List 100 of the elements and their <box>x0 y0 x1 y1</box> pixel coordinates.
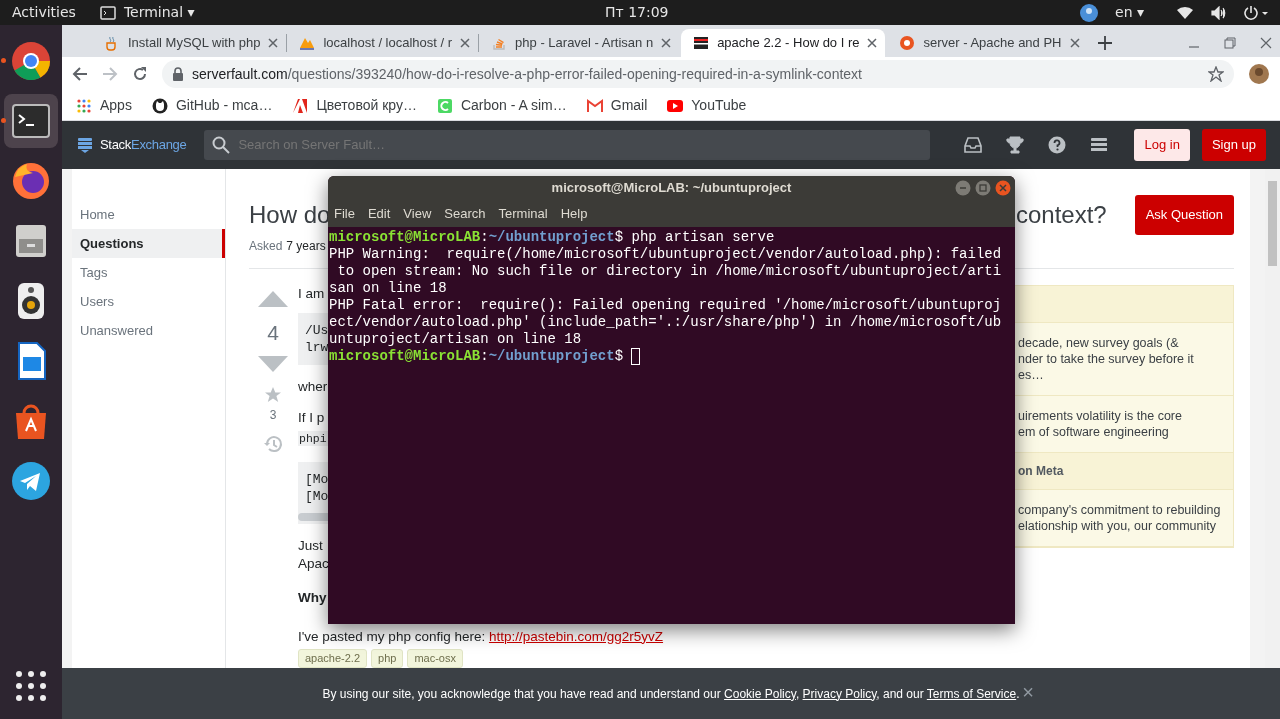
menu-item[interactable]: Edit <box>367 203 391 224</box>
avatar[interactable] <box>1248 63 1270 85</box>
terminal-line: microsoft@MicroLAB:~/ubuntuproject$ php artisan serve <box>329 229 776 246</box>
play-icon <box>667 97 684 114</box>
back-icon[interactable] <box>72 66 88 82</box>
question-title: How do <box>249 199 331 230</box>
square-icon <box>436 97 453 114</box>
close-icon[interactable] <box>867 38 878 48</box>
address-bar[interactable]: serverfault.com/questions/393240/how-do-i-resolve-a-php-error-failed-opening-required-in-a-symlink-context <box>162 60 1234 88</box>
minimize-icon[interactable] <box>955 180 971 196</box>
menu-item[interactable]: File <box>334 203 355 224</box>
close-icon[interactable] <box>1069 38 1080 48</box>
vote-count: 4 <box>267 319 279 346</box>
body-text: I am <box>298 284 325 303</box>
nav-link[interactable]: Tags <box>72 258 225 287</box>
bookmark[interactable]: Carbon - A sim… <box>436 95 567 116</box>
close-icon[interactable] <box>661 38 672 48</box>
cookie-notice: By using our site, you acknowledge that you have read and understand our Cookie Policy, Privacy Policy, and our Terms of Service. <box>322 685 1020 703</box>
nav-link[interactable]: Users <box>72 287 225 316</box>
close-icon[interactable] <box>995 180 1011 196</box>
volume-icon[interactable] <box>1210 5 1228 20</box>
tag[interactable]: apache-2.2 <box>298 648 368 668</box>
body-text: I've pasted my php config here: http://pastebin.com/gg2r5yvZ <box>298 627 664 646</box>
login-button[interactable]: Log in <box>1134 129 1190 161</box>
logo-text[interactable]: StackExchange <box>100 135 187 155</box>
bookmark[interactable]: YouTube <box>667 95 747 116</box>
power-icon[interactable] <box>1244 5 1270 20</box>
trophy-icon[interactable] <box>1006 136 1025 154</box>
favorite-count: 3 <box>269 407 277 424</box>
code-block: /Us lrw <box>298 312 329 365</box>
bookmark[interactable]: GitHub - mca… <box>151 95 273 116</box>
menu-item[interactable]: Terminal <box>498 203 548 224</box>
panel-link[interactable]: company's commitment to rebuilding elationship with you, our community <box>1018 501 1227 534</box>
menu-item[interactable]: Help <box>560 203 588 224</box>
clock[interactable]: Пт 17:09 <box>194 2 1080 23</box>
dock-item[interactable] <box>4 94 58 148</box>
menu-item[interactable]: Search <box>444 203 486 224</box>
activities-button[interactable]: Activities <box>12 2 76 23</box>
star-icon[interactable] <box>1208 66 1224 82</box>
window-title: microsoft@MicroLAB: ~/ubuntuproject <box>551 179 792 198</box>
apps-grid-icon <box>76 97 92 114</box>
star-icon[interactable] <box>264 386 282 404</box>
nav-link[interactable]: Home <box>72 200 225 229</box>
body-text: Just Apac <box>298 536 329 573</box>
panel-link[interactable]: uirements volatility is the core em of software engineering <box>1018 407 1227 440</box>
close-button[interactable]: × <box>1022 681 1034 703</box>
envelope-icon <box>586 97 603 114</box>
browser-tab[interactable]: server - Apache and PH <box>887 29 1088 57</box>
help-icon[interactable] <box>1048 136 1067 154</box>
firefox-icon[interactable] <box>11 161 51 201</box>
panel-heading: on Meta <box>1018 462 1064 480</box>
nav-link[interactable]: Questions <box>72 229 225 258</box>
browser-tab[interactable]: php - Laravel - Artisan n <box>479 29 680 57</box>
question-title: context? <box>1015 199 1107 230</box>
inbox-icon[interactable] <box>964 137 983 153</box>
new-tab-icon[interactable] <box>1097 36 1112 50</box>
lock-icon <box>172 67 184 81</box>
close-icon[interactable] <box>1260 37 1272 49</box>
terminal-line: ect/vendor/autoload.php' (include_path='.:/usr/share/php') in /home/microsoft/ub <box>329 314 1003 331</box>
ask-question-button[interactable]: Ask Question <box>1134 195 1234 235</box>
browser-tab[interactable]: localhost / localhost / r <box>287 29 479 57</box>
language-menu[interactable]: en ▾ <box>1115 2 1144 23</box>
menu-icon[interactable] <box>1090 136 1109 154</box>
link[interactable]: http://pastebin.com/gg2r5yvZ <box>488 628 664 644</box>
asked-label: Asked <box>249 237 283 255</box>
terminal-line: untuproject/artisan on line 18 <box>329 331 583 348</box>
asked-date: 7 years <box>286 237 326 255</box>
menu-item[interactable]: View <box>403 203 432 224</box>
reload-icon[interactable] <box>132 66 148 82</box>
terminal-line: microsoft@MicroLAB:~/ubuntuproject$ <box>329 348 624 365</box>
body-text: Why <box>298 588 327 607</box>
scrollbar[interactable] <box>298 512 329 521</box>
tag[interactable]: php <box>371 648 404 668</box>
body-text: wher <box>298 377 328 396</box>
signup-button[interactable]: Sign up <box>1201 129 1266 161</box>
telegram-icon[interactable] <box>11 461 51 501</box>
tag[interactable]: mac-osx <box>407 648 463 668</box>
striped-icon <box>693 35 710 51</box>
panel-link[interactable]: decade, new survey goals (& nder to take the survey before it es… <box>1018 334 1227 383</box>
bookmark[interactable]: Цветовой кру… <box>292 95 417 116</box>
maximize-icon[interactable] <box>975 180 991 196</box>
nav-link[interactable]: Unanswered <box>72 316 225 345</box>
bookmark[interactable]: Gmail <box>586 95 648 116</box>
link[interactable]: Cookie Policy <box>724 686 796 701</box>
inline-code: phpi <box>298 430 328 446</box>
terminal-icon[interactable] <box>11 101 51 141</box>
terminal-line: PHP Fatal error: require(): Failed opening required '/home/microsoft/ubuntuproj <box>329 297 1003 314</box>
status-icon[interactable] <box>1079 2 1100 23</box>
restore-icon[interactable] <box>1224 37 1236 49</box>
browser-tab[interactable]: apache 2.2 - How do I re <box>681 29 886 57</box>
close-icon[interactable] <box>460 38 471 48</box>
close-icon[interactable] <box>268 38 279 48</box>
browser-tab[interactable]: Install MySQL with php <box>92 29 287 57</box>
bookmark[interactable]: Apps <box>76 95 132 116</box>
terminal-icon <box>99 5 116 20</box>
chrome-icon[interactable] <box>11 41 51 81</box>
terminal-line: PHP Warning: require(/home/microsoft/ubuntuproject/vendor/autoload.php): failed <box>329 246 1003 263</box>
stack-icon <box>78 137 92 153</box>
app-menu[interactable]: Terminal ▾ <box>123 2 195 23</box>
wifi-icon[interactable] <box>1176 5 1194 20</box>
